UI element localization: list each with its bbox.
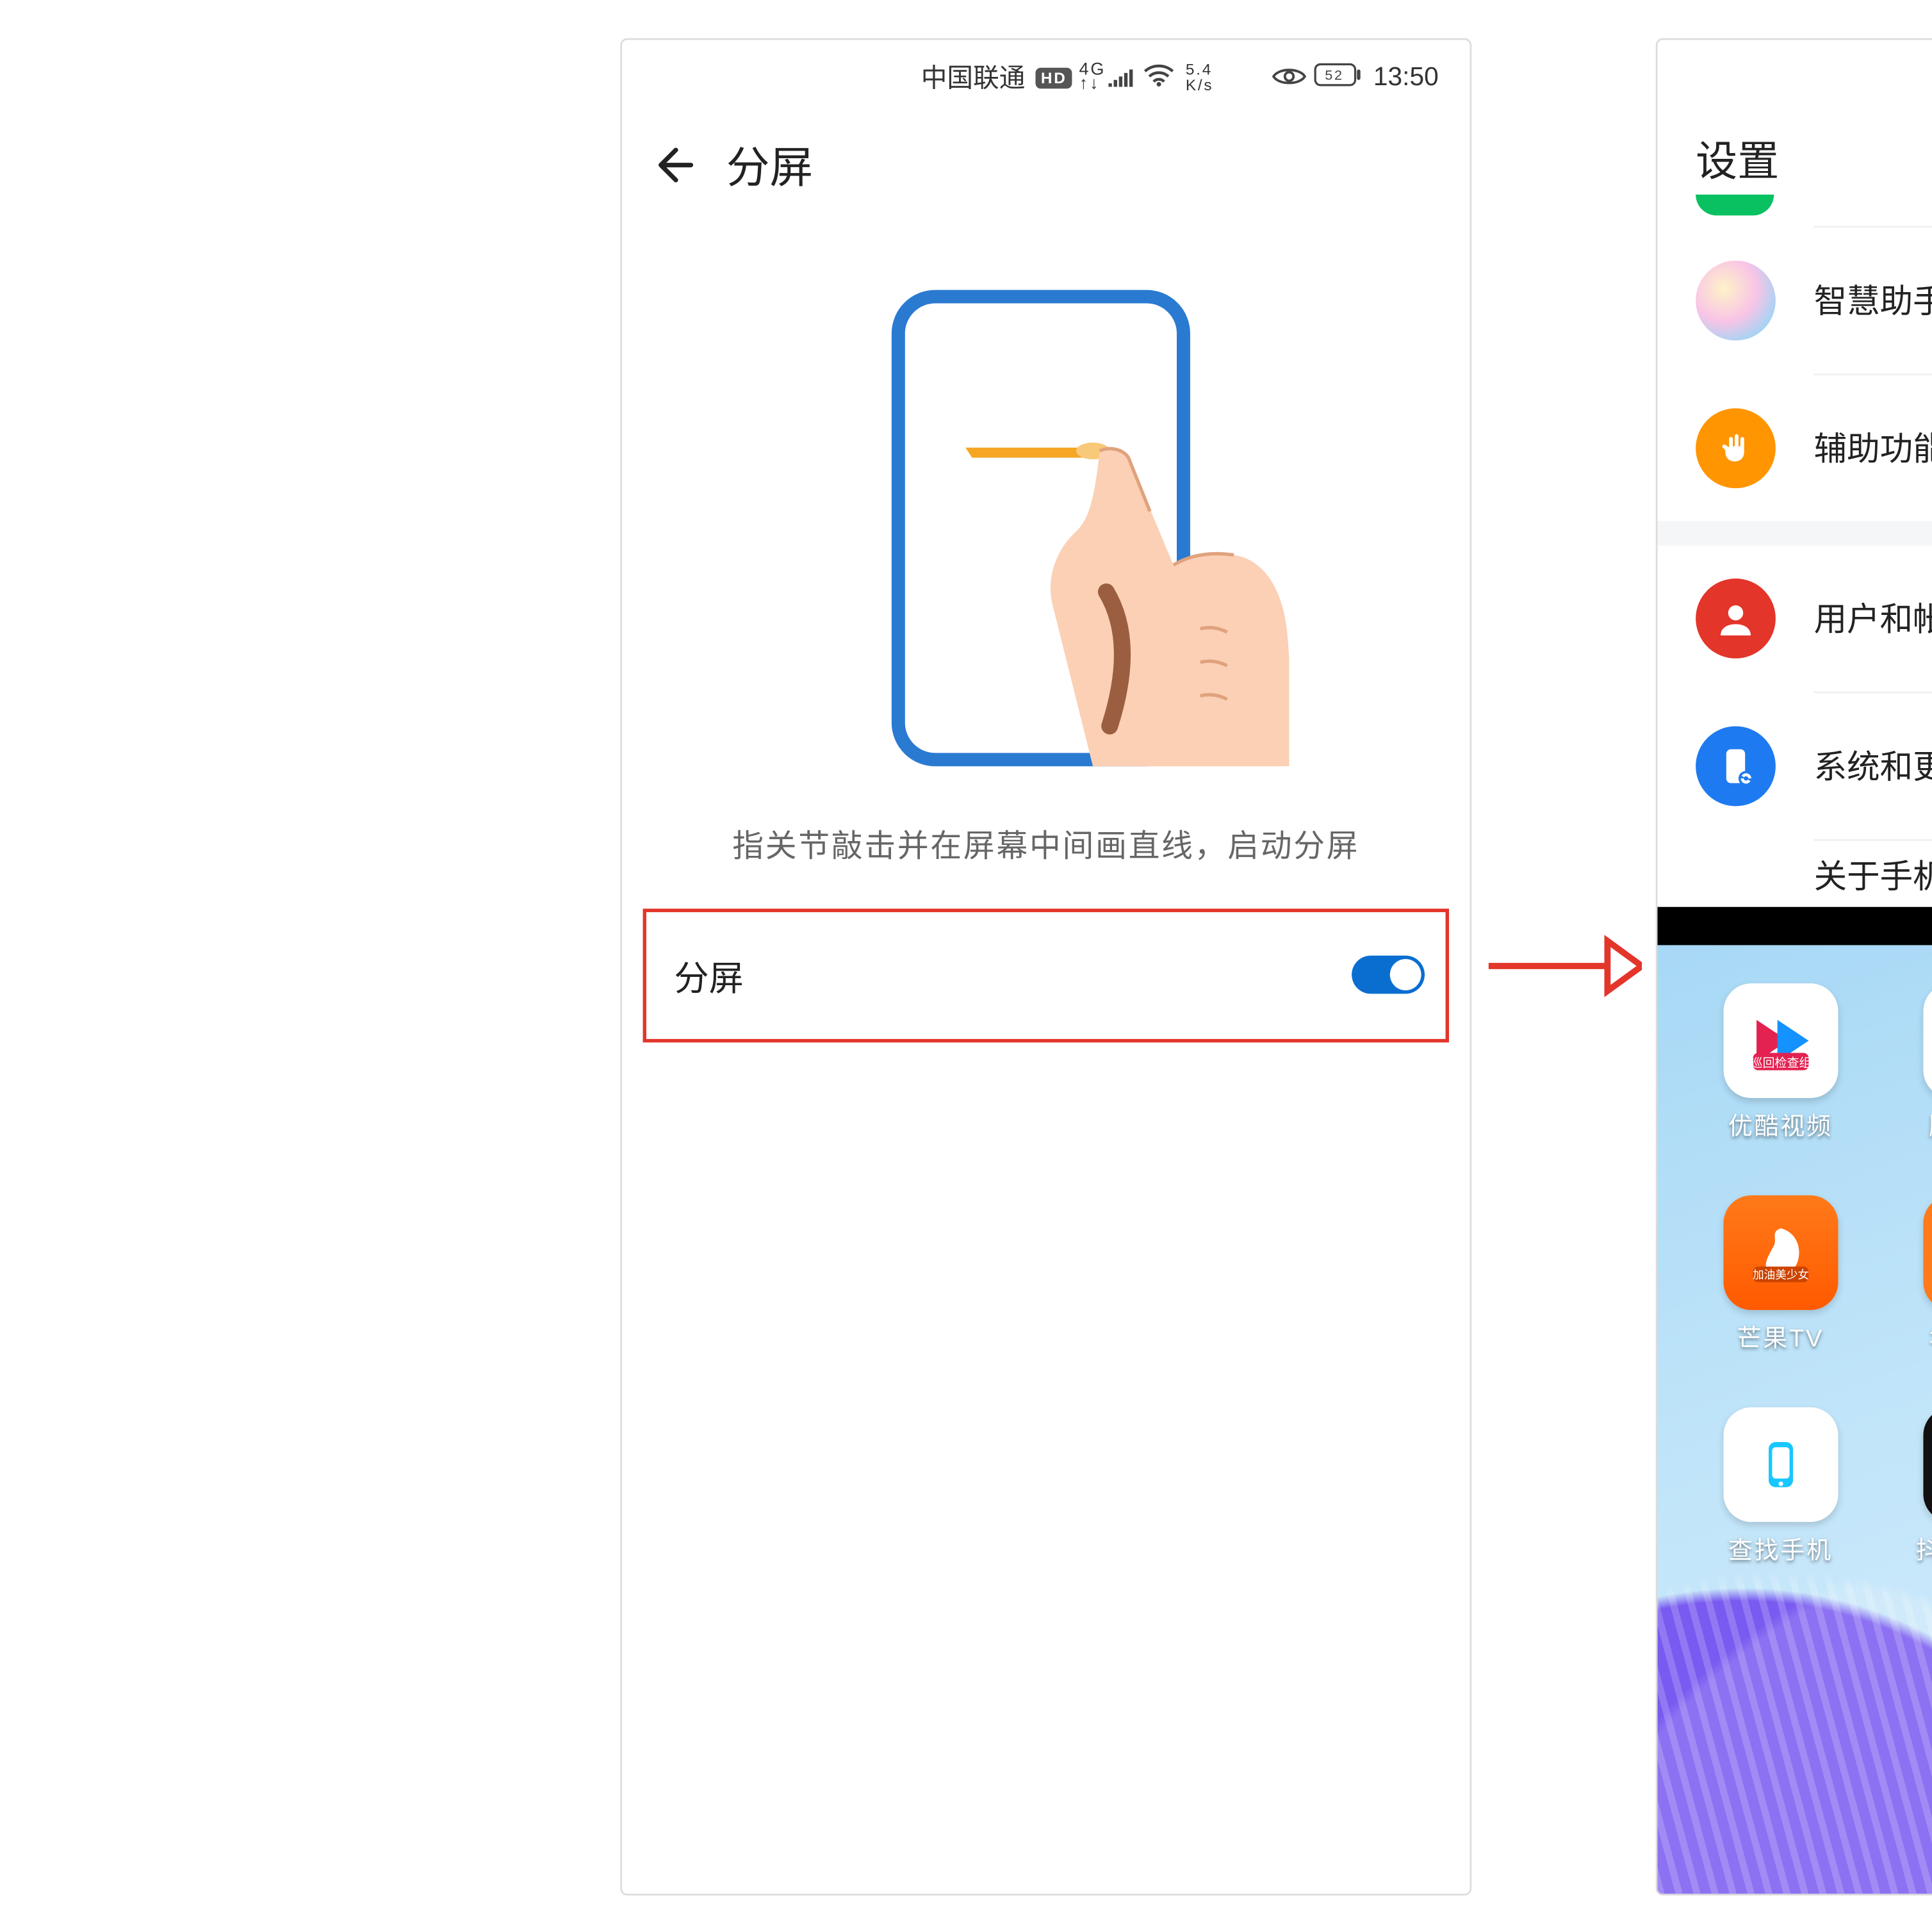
app-find-phone[interactable]: 查找手机 [1689, 1407, 1872, 1567]
settings-item-about-phone[interactable]: 关于手机 〉 [1814, 839, 1932, 910]
hd-badge: HD [1036, 67, 1072, 88]
split-screen-illustration [622, 213, 1470, 769]
app-label: 查找手机 [1728, 1532, 1833, 1566]
app-label: 芒果TV [1737, 1320, 1824, 1354]
flow-arrow-icon [1486, 914, 1642, 1019]
signal-icon [1109, 63, 1137, 91]
split-screen-divider[interactable] [1657, 906, 1932, 944]
row-label: 系统和更新 [1814, 742, 1932, 789]
carrier-label: 中国联通 [921, 59, 1026, 95]
status-bar: 中国联通 HD 4G↑↓ 5.4K/s 52 13:50 [622, 39, 1470, 108]
app-douyin-lite[interactable]: 领现金 抖音极速版 [1890, 1407, 1932, 1567]
app-label: 腾讯视频 [1929, 1108, 1932, 1142]
home-screen[interactable]: 巡回检查组 优酷视频 NBA 腾讯视频 QQ 微信 [1657, 944, 1932, 1893]
svg-text:加油美少女: 加油美少女 [1752, 1268, 1808, 1281]
illustration-caption: 指关节敲击并在屏幕中间画直线，启动分屏 [622, 821, 1470, 867]
app-mango-tv[interactable]: 加油美少女 芒果TV [1689, 1195, 1872, 1355]
app-youku[interactable]: 巡回检查组 优酷视频 [1689, 983, 1872, 1143]
battery-icon: 52 [1314, 63, 1363, 92]
toggle-switch[interactable] [1352, 956, 1425, 994]
wifi-icon [1144, 63, 1175, 92]
svg-text:巡回检查组: 巡回检查组 [1750, 1055, 1811, 1069]
svg-text:52: 52 [1325, 67, 1345, 83]
row-label: 用户和帐户 [1814, 594, 1932, 641]
app-huawei-video[interactable]: 华为视频 [1890, 1195, 1932, 1355]
phone-left: 中国联通 HD 4G↑↓ 5.4K/s 52 13:50 [620, 37, 1471, 1894]
smart-assistant-icon [1696, 259, 1776, 340]
net-speed: 5.4K/s [1186, 61, 1213, 93]
clock: 13:50 [1373, 63, 1439, 92]
system-update-icon [1696, 725, 1776, 805]
settings-list: 智慧助手 〉 辅助功能 〉 用户和帐户 〉 [1657, 225, 1932, 910]
app-label: 华为视频 [1929, 1320, 1932, 1354]
phone-right: 中国联通 HD 4G↑↓ 3.8K/s 5 [1656, 37, 1932, 1894]
settings-item-smart-assistant[interactable]: 智慧助手 〉 [1814, 225, 1932, 373]
app-label: 优酷视频 [1728, 1108, 1833, 1142]
settings-item-users-accounts[interactable]: 用户和帐户 〉 [1814, 544, 1932, 691]
settings-item-accessibility[interactable]: 辅助功能 〉 [1814, 373, 1932, 521]
settings-title: 设置 [1657, 109, 1932, 194]
settings-item-system-update[interactable]: 系统和更新 〉 [1814, 691, 1932, 839]
page-header: 分屏 [622, 109, 1470, 213]
row-label: 智慧助手 [1814, 276, 1932, 323]
section-divider [1657, 520, 1932, 544]
app-tencent-video[interactable]: NBA 腾讯视频 [1890, 983, 1932, 1143]
row-label: 辅助功能 [1814, 424, 1932, 471]
page-title: 分屏 [726, 133, 814, 195]
eye-comfort-icon [1273, 63, 1307, 91]
back-button[interactable] [653, 142, 699, 187]
toggle-label: 分屏 [674, 949, 1352, 1000]
status-bar: 中国联通 HD 4G↑↓ 3.8K/s 5 [1657, 39, 1932, 108]
user-account-icon [1696, 578, 1776, 658]
accessibility-icon [1696, 407, 1776, 487]
app-label: 抖音极速版 [1916, 1532, 1932, 1566]
row-label: 关于手机 [1814, 851, 1932, 898]
network-4g-icon: 4G↑↓ [1079, 63, 1106, 91]
partial-row-top [1657, 193, 1932, 225]
split-screen-toggle-row[interactable]: 分屏 [643, 908, 1449, 1042]
